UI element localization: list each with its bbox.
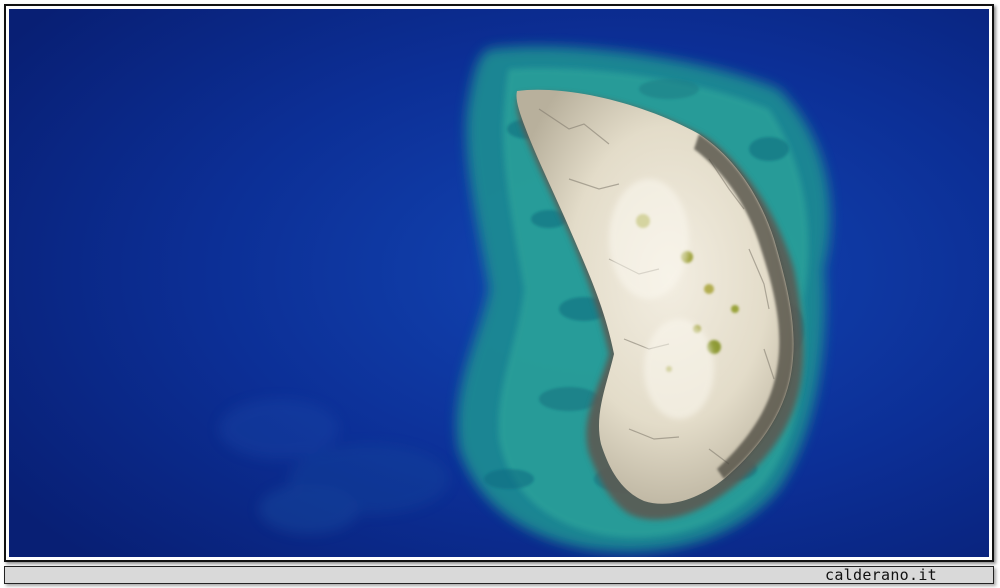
watermark-text: calderano.it: [825, 566, 937, 584]
caption-bar: calderano.it: [4, 566, 994, 584]
photo-frame: calderano.it: [0, 0, 1000, 588]
aerial-photo: [9, 9, 989, 557]
